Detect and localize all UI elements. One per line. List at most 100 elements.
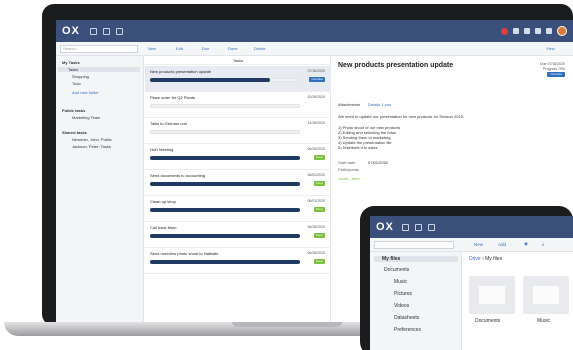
mail-app-icon[interactable] xyxy=(401,223,409,231)
breadcrumb-current: My files xyxy=(485,256,503,262)
folder-icon xyxy=(479,286,505,304)
tablet-screen: OX New Add ◉ ⤓ My files Documents Music … xyxy=(370,216,573,350)
task-date: 06/28/2020 xyxy=(307,225,325,229)
sidebar-item-documents[interactable]: Documents xyxy=(384,267,409,273)
tablet-new-button[interactable]: New xyxy=(474,242,483,247)
task-date: 07/18/2020 xyxy=(307,69,325,73)
sidebar-item-shopping[interactable]: Shopping xyxy=(72,74,89,79)
detail-due: Due 07/18/2020 xyxy=(540,62,565,66)
tablet-search-input[interactable] xyxy=(374,241,454,249)
participant[interactable]: Jones, John xyxy=(338,176,360,181)
help-icon[interactable] xyxy=(535,28,541,34)
sidebar-shared-tasks[interactable]: Shared tasks xyxy=(62,130,87,135)
task-row[interactable]: Talks to German unit 12/18/2020 xyxy=(145,118,331,144)
folder-documents[interactable] xyxy=(469,276,515,314)
progress-bar xyxy=(150,234,300,238)
body-line-5: 5) Distribute it to sales xyxy=(338,145,378,150)
folder-music[interactable] xyxy=(523,276,569,314)
task-row[interactable]: Clean up shop 06/01/2020 Done xyxy=(145,196,331,222)
sidebar-my-files[interactable]: My files xyxy=(374,256,458,262)
start-date-label: Start date xyxy=(338,160,356,165)
sidebar-item-datasheets[interactable]: Datasheets xyxy=(394,315,419,321)
status-badge: Done xyxy=(313,233,325,238)
tablet-toolbar: New Add ◉ ⤓ xyxy=(370,238,573,252)
task-date: 06/28/2020 xyxy=(307,251,325,255)
search-input[interactable]: Search... xyxy=(60,45,138,53)
calendar-app-icon[interactable] xyxy=(414,223,422,231)
sidebar-item-shared-2[interactable]: Jackson, Peter: Tasks xyxy=(72,144,111,149)
add-folder-link[interactable]: Add new folder xyxy=(72,90,99,95)
mail-app-icon[interactable] xyxy=(89,27,97,35)
sidebar-item-videos[interactable]: Videos xyxy=(394,303,409,309)
view-button[interactable]: View xyxy=(546,46,555,51)
task-row[interactable]: New products presentation update 07/18/20… xyxy=(145,66,331,92)
breadcrumb-drive[interactable]: Drive xyxy=(469,256,481,262)
tablet-topbar: OX xyxy=(370,216,573,238)
task-date: 06/01/2020 xyxy=(307,173,325,177)
list-header: Tasks xyxy=(145,56,331,65)
progress-bar xyxy=(150,260,300,264)
sidebar-item-preferences[interactable]: Preferences xyxy=(394,327,421,333)
refresh-icon[interactable] xyxy=(524,28,530,34)
status-badge: Done xyxy=(313,181,325,186)
new-button[interactable]: New xyxy=(148,46,156,51)
done-button[interactable]: Done xyxy=(228,46,238,51)
app-logo: OX xyxy=(62,25,80,37)
status-badge: Done xyxy=(313,155,325,160)
calendar-app-icon[interactable] xyxy=(102,27,110,35)
breadcrumb: Drive › My files xyxy=(469,256,502,262)
task-title: Clean up shop xyxy=(150,199,176,204)
grid-app-icon[interactable] xyxy=(115,27,123,35)
apps-icon[interactable] xyxy=(513,28,519,34)
view-icon[interactable]: ◉ xyxy=(524,241,528,247)
toolbar: Search... New Edit Due Done Delete View xyxy=(56,42,573,56)
download-icon[interactable]: ⤓ xyxy=(542,241,544,246)
task-row[interactable]: HoD Meeting 06/25/2020 Done xyxy=(145,144,331,170)
task-title: New products presentation update xyxy=(150,69,211,74)
attachments-label: Attachments xyxy=(338,102,361,107)
folder-music-label: Music xyxy=(537,318,551,324)
sidebar-item-marketing[interactable]: Marketing Team xyxy=(72,115,100,120)
tablet-add-button[interactable]: Add xyxy=(498,242,506,247)
tablet-sidebar: My files Documents Music Pictures Videos… xyxy=(370,252,462,350)
sidebar-item-tasks[interactable]: Tasks xyxy=(58,67,140,72)
status-badge: Done xyxy=(313,259,325,264)
sidebar-item-music[interactable]: Music xyxy=(394,279,407,285)
attachments-link[interactable]: Details 1 pos xyxy=(368,102,391,107)
notification-icon[interactable] xyxy=(501,27,508,35)
task-row[interactable]: Call back Mom 06/28/2020 Done xyxy=(145,222,331,248)
settings-icon[interactable] xyxy=(546,28,552,34)
task-title: Talks to German unit xyxy=(150,121,187,126)
user-avatar[interactable] xyxy=(557,26,567,36)
sidebar-my-tasks[interactable]: My Tasks xyxy=(62,60,80,65)
due-button[interactable]: Due xyxy=(202,46,209,51)
progress-track xyxy=(150,130,300,134)
delete-button[interactable]: Delete xyxy=(254,46,266,51)
app-topbar: OX xyxy=(56,20,573,42)
folder-documents-label: Documents xyxy=(475,318,501,324)
sidebar-item-todo[interactable]: Todo xyxy=(72,81,81,86)
sidebar-item-shared-1[interactable]: Newman, John, Public xyxy=(72,137,112,142)
status-badge: Overdue xyxy=(309,77,325,82)
sidebar-public-tasks[interactable]: Public tasks xyxy=(62,108,85,113)
task-row[interactable]: Send documents to accounting 06/01/2020 Do… xyxy=(145,170,331,196)
task-row[interactable]: Place order for Q2 Plants 10/26/2020 xyxy=(145,92,331,118)
edit-button[interactable]: Edit xyxy=(176,46,183,51)
task-date: 06/01/2020 xyxy=(307,199,325,203)
status-badge: Overdue xyxy=(547,72,565,77)
grid-app-icon[interactable] xyxy=(427,223,435,231)
progress-bar xyxy=(150,156,300,160)
participants-label: Participants xyxy=(338,167,359,172)
task-title: Send overview photo shoot to Nathalie xyxy=(150,251,219,256)
task-date: 12/18/2020 xyxy=(307,121,325,125)
laptop-notch xyxy=(232,322,342,327)
detail-body-intro: We need to update our presentation for n… xyxy=(338,114,465,119)
detail-progress: Progress 75% xyxy=(543,67,565,71)
progress-bar xyxy=(150,208,300,212)
start-date-value: 07/01/2020 xyxy=(368,160,389,165)
folder-icon xyxy=(533,286,559,304)
task-title: Place order for Q2 Plants xyxy=(150,95,195,100)
task-title: Send documents to accounting xyxy=(150,173,205,178)
task-row[interactable]: Send overview photo shoot to Nathalie 06/… xyxy=(145,248,331,274)
sidebar-item-pictures[interactable]: Pictures xyxy=(394,291,412,297)
